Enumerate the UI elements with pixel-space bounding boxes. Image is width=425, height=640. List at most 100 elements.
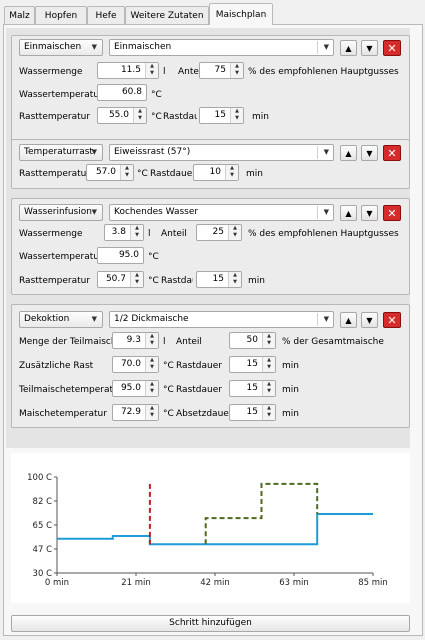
move-up-button[interactable]: ▲ [340, 40, 357, 56]
arrow-down-icon: ▼ [366, 43, 373, 53]
share-spinbox[interactable]: 75 ▲ ▼ [199, 62, 244, 79]
field-label: Rastdauer [176, 361, 222, 371]
move-up-button[interactable]: ▲ [340, 205, 357, 221]
water-temperature-field[interactable]: 60.8 [97, 84, 147, 101]
tab-bar: Malz Hopfen Hefe Weitere Zutaten Maischp… [0, 0, 425, 26]
spin-arrows-icon[interactable]: ▲ ▼ [230, 63, 243, 78]
delete-step-button[interactable]: ✕ [383, 145, 401, 161]
chevron-down-icon: ▼ [91, 148, 97, 156]
tab-hopfen[interactable]: Hopfen [35, 6, 87, 24]
spin-arrows-icon[interactable]: ▲ ▼ [262, 357, 275, 372]
step-type-select[interactable]: Dekoktion ▼ [19, 311, 103, 328]
spin-arrows-icon[interactable]: ▲ ▼ [145, 381, 158, 396]
water-temperature-field[interactable]: 95.0 [97, 247, 144, 264]
spin-arrows-icon[interactable]: ▲ ▼ [130, 225, 143, 240]
unit-label: l [148, 229, 151, 239]
chevron-down-icon: ▼ [323, 208, 329, 216]
delete-step-button[interactable]: ✕ [383, 40, 401, 56]
chevron-down-icon: ▼ [323, 148, 329, 156]
tab-malz[interactable]: Malz [4, 6, 35, 24]
field-label: Anteil [161, 229, 187, 239]
x-tick-label: 85 min [358, 578, 388, 588]
spin-arrows-icon[interactable]: ▲ ▼ [120, 165, 133, 180]
rest-duration-spinbox[interactable]: 10 ▲ ▼ [193, 164, 239, 181]
arrow-up-icon: ▲ [345, 148, 352, 158]
rest-duration-spinbox[interactable]: 15 ▲ ▼ [196, 271, 242, 288]
rest-duration-spinbox[interactable]: 15 ▲ ▼ [229, 356, 276, 373]
y-tick-label: 47 C [33, 545, 53, 555]
spin-arrows-icon[interactable]: ▲ ▼ [225, 165, 238, 180]
rest-duration-spinbox[interactable]: 15 ▲ ▼ [199, 107, 244, 124]
field-label: Absetzdauer [176, 409, 233, 419]
step-name-combo[interactable]: Einmaischen ▼ [109, 39, 334, 56]
move-down-button[interactable]: ▼ [361, 312, 378, 328]
x-tick-label: 63 min [279, 578, 309, 588]
water-amount-spinbox[interactable]: 11.5 ▲ ▼ [97, 62, 159, 79]
partial-mash-temperature-spinbox[interactable]: 95.0 ▲ ▼ [112, 380, 159, 397]
rest-temperature-spinbox[interactable]: 50.7 ▲ ▼ [97, 271, 144, 288]
unit-label: °C [163, 385, 174, 395]
temperature-series-line [204, 482, 319, 545]
chevron-down-icon: ▼ [323, 315, 329, 323]
step-name-combo[interactable]: Eiweissrast (57°) ▼ [109, 144, 334, 161]
spin-arrows-icon[interactable]: ▲ ▼ [145, 333, 158, 348]
spin-arrows-icon[interactable]: ▲ ▼ [230, 108, 243, 123]
tab-maischplan[interactable]: Maischplan [209, 3, 273, 25]
move-down-button[interactable]: ▼ [361, 40, 378, 56]
spin-arrows-icon[interactable]: ▲ ▼ [145, 63, 158, 78]
additional-rest-spinbox[interactable]: 70.0 ▲ ▼ [112, 356, 159, 373]
chart-svg: 100 C82 C65 C47 C30 C0 min 21 min 42 min 63… [27, 473, 388, 588]
unit-label: °C [163, 361, 174, 371]
field-label: Rastdauer [176, 385, 222, 395]
tab-label: Hefe [95, 10, 117, 21]
spin-arrows-icon[interactable]: ▲ ▼ [262, 405, 275, 420]
spin-arrows-icon[interactable]: ▲ ▼ [262, 381, 275, 396]
chevron-down-icon: ▼ [91, 43, 97, 51]
field-label: Rasttemperatur [19, 112, 91, 122]
field-label: Zusätzliche Rast [19, 361, 94, 371]
move-up-button[interactable]: ▲ [340, 145, 357, 161]
arrow-up-icon: ▲ [345, 315, 352, 325]
field-label: Wassertemperatur [19, 252, 103, 262]
delete-step-button[interactable]: ✕ [383, 205, 401, 221]
suffix-label: min [252, 112, 269, 122]
delete-step-button[interactable]: ✕ [383, 312, 401, 328]
tab-hefe[interactable]: Hefe [87, 6, 125, 24]
step-type-select[interactable]: Wasserinfusion ▼ [19, 204, 103, 221]
suffix-label: min [282, 361, 299, 371]
unit-label: °C [137, 169, 148, 179]
step-type-select[interactable]: Einmaischen ▼ [19, 39, 103, 56]
settle-duration-spinbox[interactable]: 15 ▲ ▼ [229, 404, 276, 421]
rest-temperature-spinbox[interactable]: 55.0 ▲ ▼ [97, 107, 147, 124]
water-amount-spinbox[interactable]: 3.8 ▲ ▼ [104, 224, 144, 241]
arrow-up-icon: ▲ [345, 43, 352, 53]
spin-arrows-icon[interactable]: ▲ ▼ [133, 108, 146, 123]
tab-weitere-zutaten[interactable]: Weitere Zutaten [125, 6, 209, 24]
add-step-button[interactable]: Schritt hinzufügen [11, 615, 410, 632]
share-spinbox[interactable]: 25 ▲ ▼ [196, 224, 242, 241]
spin-arrows-icon[interactable]: ▲ ▼ [145, 405, 158, 420]
step-type-select[interactable]: Temperaturrast ▼ [19, 144, 103, 161]
spin-arrows-icon[interactable]: ▲ ▼ [145, 357, 158, 372]
partial-mash-amount-spinbox[interactable]: 9.3 ▲ ▼ [112, 332, 159, 349]
move-down-button[interactable]: ▼ [361, 145, 378, 161]
spin-arrows-icon[interactable]: ▲ ▼ [228, 272, 241, 287]
rest-temperature-spinbox[interactable]: 57.0 ▲ ▼ [86, 164, 134, 181]
mash-temperature-spinbox[interactable]: 72.9 ▲ ▼ [112, 404, 159, 421]
field-label: Wassermenge [19, 229, 83, 239]
spin-arrows-icon[interactable]: ▲ ▼ [228, 225, 241, 240]
share-spinbox[interactable]: 50 ▲ ▼ [229, 332, 276, 349]
spin-arrows-icon[interactable]: ▲ ▼ [130, 272, 143, 287]
rest-duration-spinbox[interactable]: 15 ▲ ▼ [229, 380, 276, 397]
field-label: Rastdauer [163, 112, 197, 122]
step-name-combo[interactable]: 1/2 Dickmaische ▼ [109, 311, 334, 328]
close-icon: ✕ [387, 41, 397, 55]
step-name-combo[interactable]: Kochendes Wasser ▼ [109, 204, 334, 221]
tab-label: Weitere Zutaten [130, 10, 204, 21]
x-tick-label: 21 min [121, 578, 151, 588]
spin-arrows-icon[interactable]: ▲ ▼ [262, 333, 275, 348]
arrow-down-icon: ▼ [366, 148, 373, 158]
move-up-button[interactable]: ▲ [340, 312, 357, 328]
field-label: Menge der Teilmaische [19, 337, 123, 347]
move-down-button[interactable]: ▼ [361, 205, 378, 221]
